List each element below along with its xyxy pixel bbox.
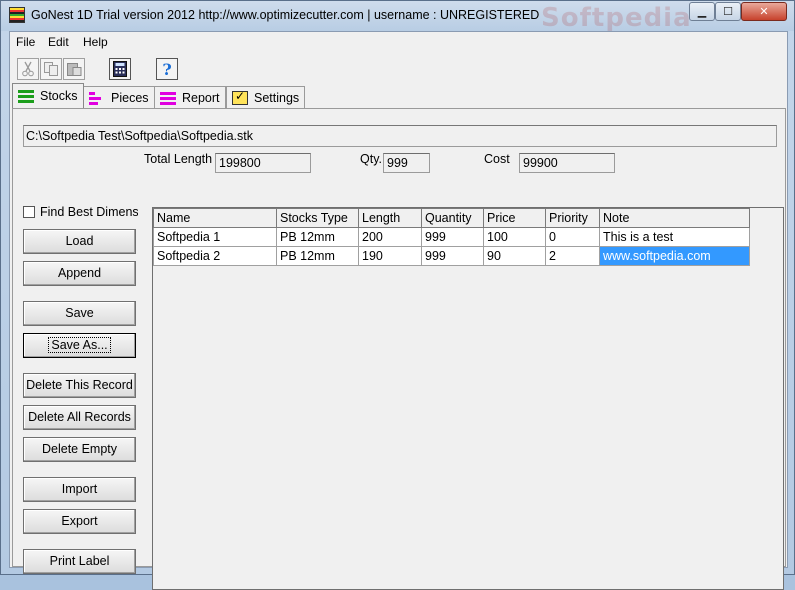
maximize-icon: ☐ — [723, 5, 733, 18]
tab-settings[interactable]: Settings — [226, 86, 306, 108]
tab-stocks-label: Stocks — [40, 89, 78, 103]
checkbox-box[interactable] — [23, 206, 35, 218]
menu-bar: File Edit Help — [10, 32, 787, 52]
cell-name[interactable]: Softpedia 1 — [153, 227, 277, 247]
load-button[interactable]: Load — [23, 229, 136, 254]
cell-quantity[interactable]: 999 — [421, 246, 484, 266]
delete-all-button[interactable]: Delete All Records — [23, 405, 136, 430]
app-window: GoNest 1D Trial version 2012 http://www.… — [0, 0, 795, 590]
save-button[interactable]: Save — [23, 301, 136, 326]
minimize-icon: ▁ — [697, 5, 707, 18]
col-stocks-type-header[interactable]: Stocks Type — [276, 208, 359, 228]
file-path-field: C:\Softpedia Test\Softpedia\Softpedia.st… — [23, 125, 777, 147]
tab-stocks[interactable]: Stocks — [12, 83, 84, 108]
table-header-row: Name Stocks Type Length Quantity Price P… — [153, 208, 750, 228]
minimize-button[interactable]: ▁ — [689, 2, 715, 21]
find-best-checkbox[interactable]: Find Best Dimensions — [23, 205, 138, 219]
client-area: File Edit Help ? Stocks Pieces Report ✓ … — [9, 31, 788, 590]
delete-record-button[interactable]: Delete This Record — [23, 373, 136, 398]
cell-price[interactable]: 100 — [483, 227, 546, 247]
menu-edit[interactable]: Edit — [48, 35, 69, 49]
tab-settings-label: Settings — [254, 90, 300, 105]
col-price-header[interactable]: Price — [483, 208, 546, 228]
cell-length[interactable]: 200 — [358, 227, 422, 247]
calculator-icon — [113, 61, 127, 77]
app-logo-icon — [9, 7, 25, 23]
tab-pieces-label: Pieces — [111, 90, 149, 105]
table-row[interactable]: Softpedia 2 PB 12mm 190 999 90 2 www.sof… — [153, 246, 750, 266]
calculator-button[interactable] — [109, 58, 131, 80]
save-as-button[interactable]: Save As... — [23, 333, 136, 358]
cell-priority[interactable]: 0 — [545, 227, 600, 247]
export-button[interactable]: Export — [23, 509, 136, 534]
stocks-grid[interactable]: Name Stocks Type Length Quantity Price P… — [152, 207, 784, 590]
col-quantity-header[interactable]: Quantity — [421, 208, 484, 228]
cell-note[interactable]: This is a test — [599, 227, 750, 247]
report-icon — [160, 90, 176, 105]
help-button[interactable]: ? — [156, 58, 178, 80]
pieces-icon — [89, 90, 105, 105]
paste-button[interactable] — [63, 58, 85, 80]
qty-value: 999 — [383, 153, 430, 173]
close-button[interactable]: ✕ — [741, 2, 787, 21]
help-icon: ? — [162, 59, 172, 79]
total-length-value: 199800 — [215, 153, 311, 173]
col-length-header[interactable]: Length — [358, 208, 422, 228]
stocks-panel: C:\Softpedia Test\Softpedia\Softpedia.st… — [12, 108, 786, 590]
paste-icon — [67, 63, 82, 76]
menu-file[interactable]: File — [16, 35, 35, 49]
cut-button[interactable] — [17, 58, 39, 80]
cost-label: Cost — [484, 152, 510, 166]
col-priority-header[interactable]: Priority — [545, 208, 600, 228]
maximize-button[interactable]: ☐ — [715, 2, 741, 21]
qty-label: Qty. — [360, 152, 382, 166]
watermark: Softpedia — [541, 3, 692, 33]
delete-empty-button[interactable]: Delete Empty — [23, 437, 136, 462]
cut-icon — [22, 61, 34, 77]
find-best-label: Find Best Dimensions — [40, 205, 138, 219]
cell-name[interactable]: Softpedia 2 — [153, 246, 277, 266]
col-name-header[interactable]: Name — [153, 208, 277, 228]
copy-button[interactable] — [40, 58, 62, 80]
title-bar[interactable]: GoNest 1D Trial version 2012 http://www.… — [1, 1, 794, 33]
total-length-label: Total Length — [144, 152, 213, 166]
cell-stocks-type[interactable]: PB 12mm — [276, 246, 359, 266]
copy-icon — [44, 62, 58, 76]
tab-report-label: Report — [182, 90, 220, 105]
append-button[interactable]: Append — [23, 261, 136, 286]
cell-quantity[interactable]: 999 — [421, 227, 484, 247]
save-as-label: Save As... — [48, 337, 111, 353]
import-button[interactable]: Import — [23, 477, 136, 502]
tab-report[interactable]: Report — [154, 86, 226, 108]
settings-icon — [232, 89, 248, 105]
tab-pieces[interactable]: Pieces — [83, 86, 155, 108]
col-note-header[interactable]: Note — [599, 208, 750, 228]
cell-price[interactable]: 90 — [483, 246, 546, 266]
stocks-icon — [18, 89, 34, 103]
cell-stocks-type[interactable]: PB 12mm — [276, 227, 359, 247]
cost-value: 99900 — [519, 153, 615, 173]
stocks-table: Name Stocks Type Length Quantity Price P… — [153, 208, 750, 266]
cell-note-selected[interactable]: www.softpedia.com — [599, 246, 750, 266]
window-title: GoNest 1D Trial version 2012 http://www.… — [31, 8, 540, 22]
tab-bar: Stocks Pieces Report Settings — [10, 83, 787, 108]
cell-priority[interactable]: 2 — [545, 246, 600, 266]
menu-help[interactable]: Help — [83, 35, 108, 49]
cell-length[interactable]: 190 — [358, 246, 422, 266]
table-row[interactable]: Softpedia 1 PB 12mm 200 999 100 0 This i… — [153, 227, 750, 247]
close-icon: ✕ — [759, 5, 769, 18]
print-label-button[interactable]: Print Label — [23, 549, 136, 574]
